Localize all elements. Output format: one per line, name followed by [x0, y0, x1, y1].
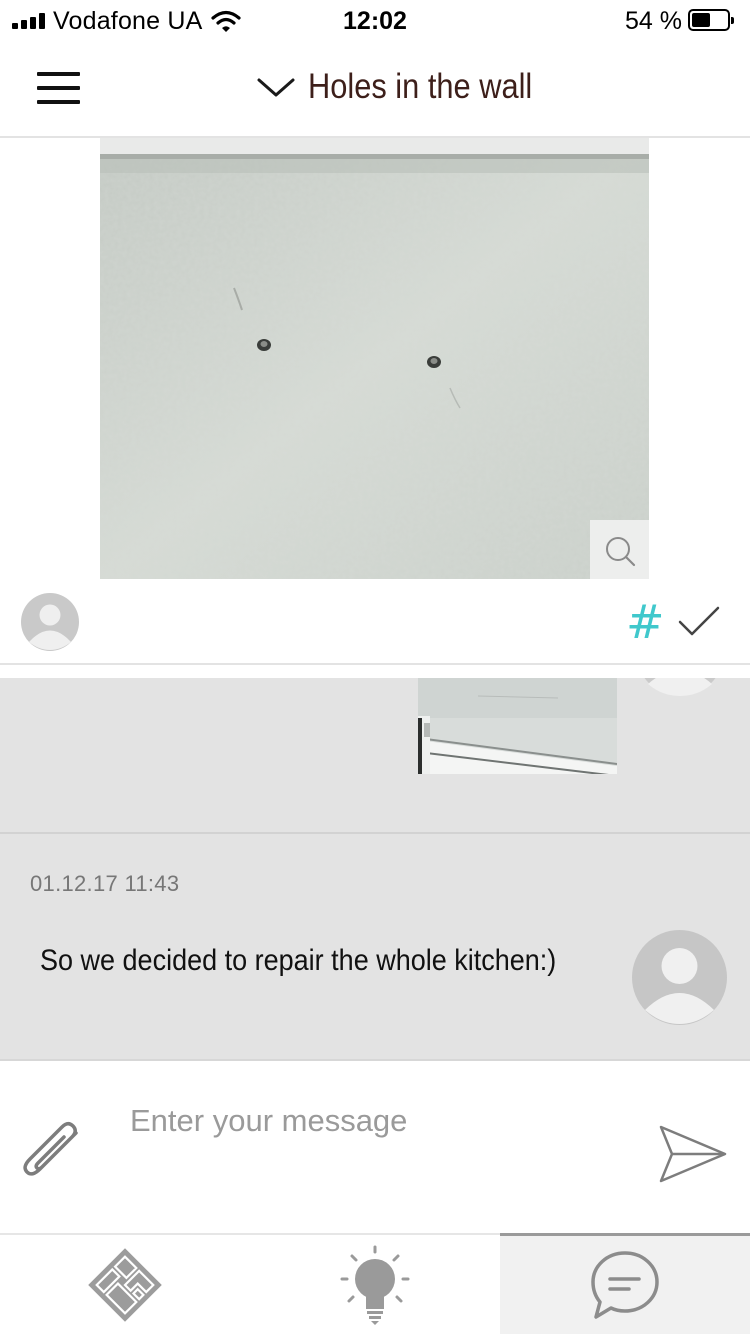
battery-icon [688, 9, 734, 31]
page-title: Holes in the wall [308, 67, 533, 106]
message-text: So we decided to repair the whole kitche… [40, 944, 557, 977]
message-photo-thumbnail[interactable] [418, 678, 617, 774]
chevron-down-icon [257, 78, 295, 97]
project-selector[interactable]: Holes in the wall [256, 64, 563, 110]
user-avatar[interactable] [21, 593, 79, 651]
message-input[interactable] [130, 1091, 630, 1151]
chat-messages[interactable]: 01.12.17 11:43 So we decided to repair t… [0, 678, 750, 1061]
bottom-tab-bar [0, 1233, 750, 1334]
message-composer [0, 1061, 750, 1233]
post-photo[interactable] [100, 138, 649, 579]
zoom-icon [606, 537, 636, 567]
lightbulb-icon [340, 1245, 410, 1325]
tab-ideas[interactable] [250, 1235, 500, 1334]
battery-percentage: 54 % [625, 7, 682, 35]
hashtag-icon[interactable]: # [626, 599, 665, 645]
post-meta-bar: # [0, 579, 750, 665]
paperclip-icon[interactable] [20, 1121, 88, 1187]
wall-photo-image [100, 138, 649, 579]
chat-bubble-icon [591, 1251, 659, 1319]
hamburger-menu-button[interactable] [32, 68, 82, 108]
tab-chat[interactable] [500, 1233, 750, 1334]
sender-avatar[interactable] [636, 678, 724, 703]
send-icon[interactable] [658, 1123, 728, 1185]
check-icon[interactable] [678, 605, 720, 639]
message-divider [0, 832, 750, 834]
floor-plan-icon [88, 1247, 162, 1322]
zoom-button[interactable] [590, 520, 649, 579]
tab-plan[interactable] [0, 1235, 250, 1334]
navigation-header: Holes in the wall [0, 40, 750, 138]
message-timestamp: 01.12.17 11:43 [30, 871, 180, 896]
sender-avatar[interactable] [632, 930, 727, 1025]
status-bar: Vodafone UA 12:02 54 % [0, 0, 750, 40]
